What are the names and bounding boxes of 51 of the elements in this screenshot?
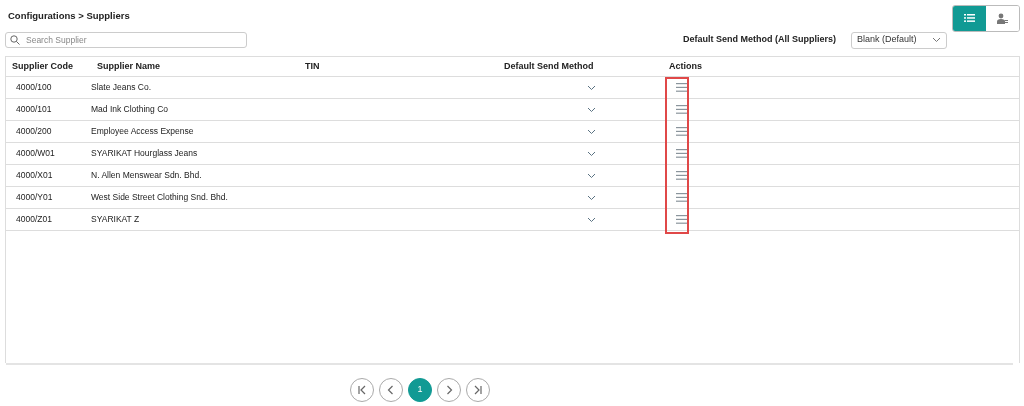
table-cell: Slate Jeans Co. <box>91 76 299 99</box>
last-page-button[interactable] <box>466 377 490 402</box>
menu-icon[interactable] <box>676 215 688 225</box>
menu-icon[interactable] <box>676 149 688 159</box>
select-value: Blank (Default) <box>857 33 917 47</box>
table-cell: 4000/100 <box>6 76 91 99</box>
menu-icon[interactable] <box>676 127 688 137</box>
list-icon <box>964 14 975 22</box>
column-header: TIN <box>299 56 489 77</box>
previous-page-button[interactable] <box>379 377 403 402</box>
dropdown-chevron-icon[interactable] <box>587 194 596 201</box>
dropdown-chevron-icon[interactable] <box>587 106 596 113</box>
last-page-icon <box>473 384 483 395</box>
table-cell: 4000/Z01 <box>6 208 91 231</box>
table-cell: N. Allen Menswear Sdn. Bhd. <box>91 164 299 187</box>
table-cell: 4000/W01 <box>6 142 91 165</box>
column-header: Actions <box>656 56 1019 77</box>
table-cell: 4000/101 <box>6 98 91 121</box>
next-page-button[interactable] <box>437 377 461 402</box>
column-header: Supplier Name <box>91 56 299 77</box>
field-label: Default Send Method (All Suppliers) <box>683 33 836 47</box>
send-method-select[interactable]: Blank (Default) <box>851 31 947 49</box>
table-cell: Mad Ink Clothing Co <box>91 98 299 121</box>
menu-icon[interactable] <box>676 105 688 115</box>
table-cell: West Side Street Clothing Snd. Bhd. <box>91 186 299 209</box>
search-icon <box>10 35 20 45</box>
person-list-icon <box>997 12 1008 24</box>
table-cell: 4000/Y01 <box>6 186 91 209</box>
search-field[interactable]: Search Supplier <box>5 32 247 48</box>
column-header: Default Send Method <box>489 56 656 77</box>
chevron-down-icon <box>932 37 941 43</box>
breadcrumb: Configurations > Suppliers <box>8 10 130 22</box>
table-cell: Employee Access Expense <box>91 120 299 143</box>
dropdown-chevron-icon[interactable] <box>587 150 596 157</box>
table-cell: SYARIKAT Z <box>91 208 299 231</box>
table-cell: 4000/200 <box>6 120 91 143</box>
menu-icon[interactable] <box>676 171 688 181</box>
list-view-button[interactable] <box>953 5 986 31</box>
first-page-button[interactable] <box>350 377 374 402</box>
dropdown-chevron-icon[interactable] <box>587 172 596 179</box>
previous-page-icon <box>386 384 396 395</box>
next-page-icon <box>444 384 454 395</box>
dropdown-chevron-icon[interactable] <box>587 128 596 135</box>
table-cell: 4000/X01 <box>6 164 91 187</box>
dropdown-chevron-icon[interactable] <box>587 216 596 223</box>
first-page-icon <box>357 384 367 395</box>
table-cell: SYARIKAT Hourglass Jeans <box>91 142 299 165</box>
menu-icon[interactable] <box>676 83 688 93</box>
menu-icon[interactable] <box>676 193 688 203</box>
column-header: Supplier Code <box>6 56 91 77</box>
dropdown-chevron-icon[interactable] <box>587 84 596 91</box>
